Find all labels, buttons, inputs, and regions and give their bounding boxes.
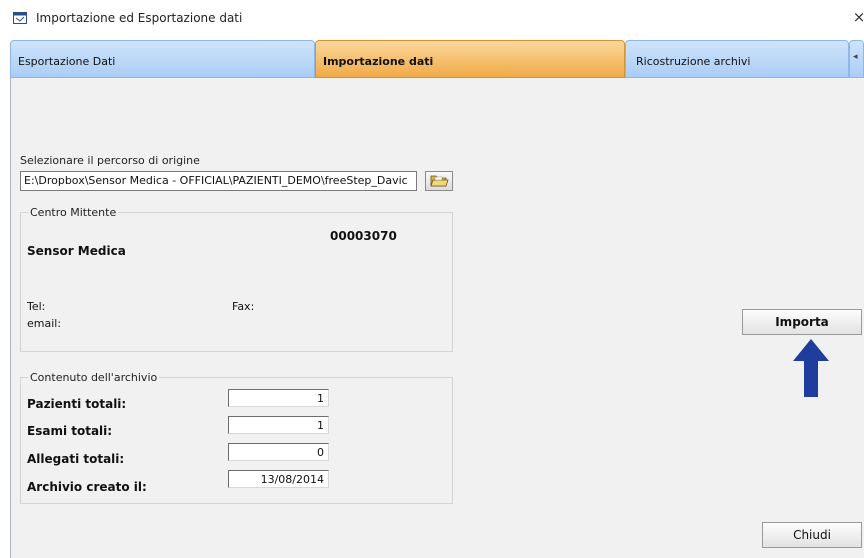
- tab-importazione-dati[interactable]: Importazione dati: [315, 40, 625, 78]
- tab-strip: Esportazione Dati Importazione dati Rico…: [10, 40, 864, 78]
- archivio-creato-field: 13/08/2014: [228, 470, 329, 488]
- group-legend: Contenuto dell'archivio: [28, 371, 160, 384]
- tab-label: Ricostruzione archivi: [636, 55, 751, 68]
- pazienti-totali-field: 1: [228, 389, 329, 407]
- close-icon[interactable]: ×: [852, 8, 864, 26]
- tab-label: Esportazione Dati: [18, 55, 116, 68]
- allegati-totali-field: 0: [228, 443, 329, 461]
- tab-esportazione-dati[interactable]: Esportazione Dati: [10, 40, 315, 78]
- archivio-creato-label: Archivio creato il:: [27, 480, 147, 494]
- title-bar: Importazione ed Esportazione dati ×: [0, 0, 864, 38]
- origin-path-label: Selezionare il percorso di origine: [20, 154, 200, 167]
- window-app-icon: [13, 12, 27, 24]
- browse-folder-button[interactable]: [425, 171, 453, 191]
- fax-label: Fax:: [232, 300, 255, 313]
- tab-ricostruzione-archivi[interactable]: Ricostruzione archivi: [625, 40, 849, 78]
- folder-open-icon: [430, 175, 449, 187]
- sender-code: 00003070: [330, 229, 397, 243]
- tab-scroll-left-button[interactable]: ◂: [849, 40, 864, 78]
- tab-label: Importazione dati: [323, 55, 434, 68]
- chevron-left-icon: ◂: [853, 52, 858, 62]
- tel-label: Tel:: [27, 300, 46, 313]
- esami-totali-label: Esami totali:: [27, 424, 113, 438]
- chiudi-button[interactable]: Chiudi: [762, 522, 862, 548]
- esami-totali-field: 1: [228, 416, 329, 434]
- origin-path-input[interactable]: E:\Dropbox\Sensor Medica - OFFICIAL\PAZI…: [20, 171, 417, 191]
- group-legend: Centro Mittente: [28, 206, 119, 219]
- email-label: email:: [27, 317, 62, 330]
- arrow-up-icon: [793, 339, 829, 397]
- import-export-window: Importazione ed Esportazione dati × Espo…: [0, 0, 864, 558]
- pazienti-totali-label: Pazienti totali:: [27, 397, 127, 411]
- window-title: Importazione ed Esportazione dati: [36, 11, 243, 25]
- importa-button[interactable]: Importa: [742, 309, 862, 335]
- allegati-totali-label: Allegati totali:: [27, 452, 125, 466]
- sender-name: Sensor Medica: [27, 244, 126, 258]
